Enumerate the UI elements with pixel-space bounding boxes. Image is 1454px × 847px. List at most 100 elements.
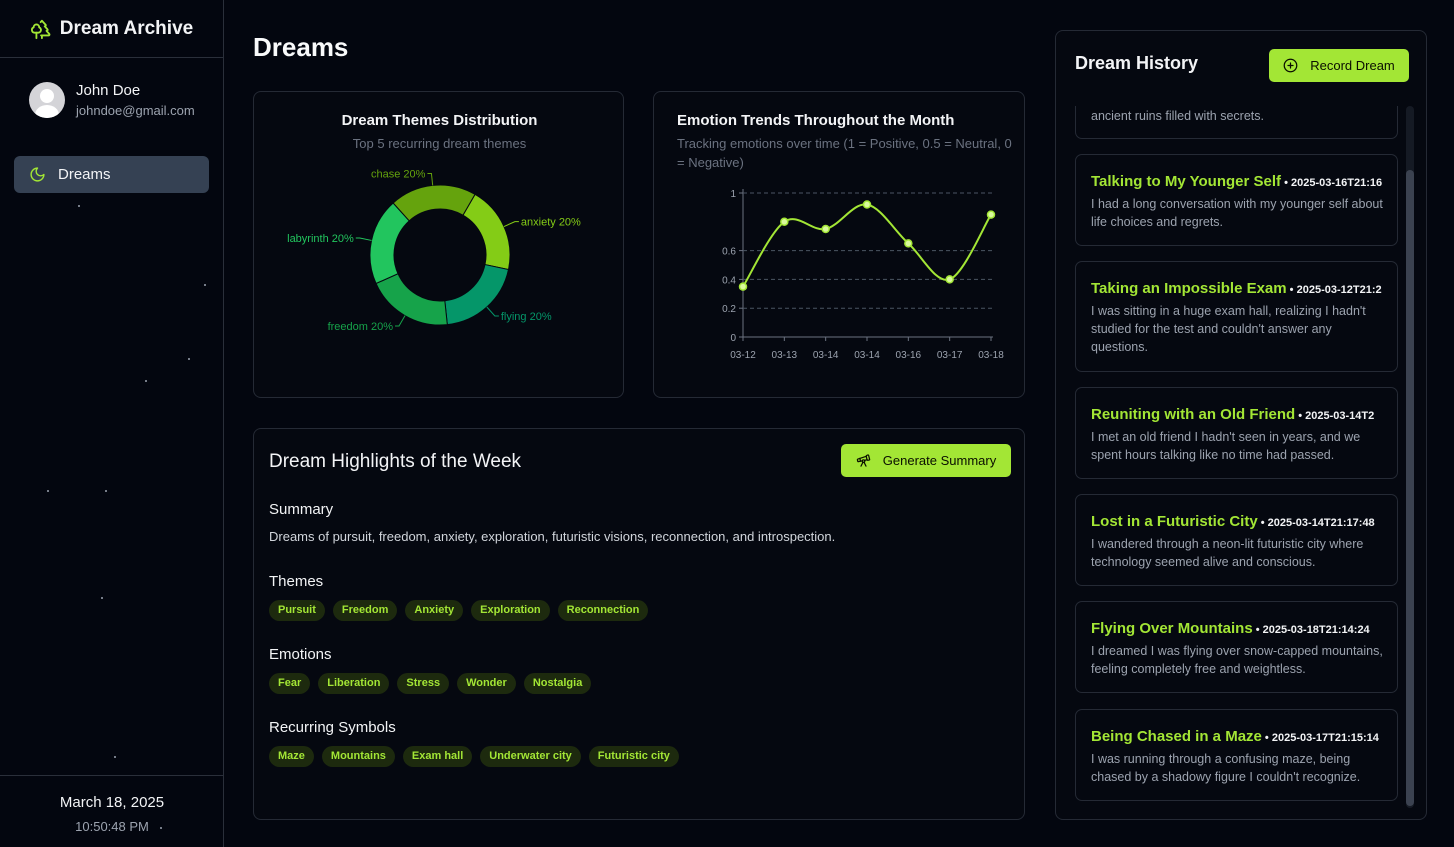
symbol-tag: Exam hall [402,746,473,767]
donut-slice-flying[interactable] [444,263,510,326]
emotion-tag: Nostalgia [523,673,592,694]
sidebar: Dream Archive John Doe johndoe@gmail.com… [0,0,224,847]
highlights-card: Dream Highlights of the Week Generate Su… [253,428,1025,820]
entry-title: Flying Over Mountains [1091,620,1253,637]
dream-entry[interactable]: Being Chased in a Maze • 2025-03-17T21:1… [1075,709,1398,801]
theme-tag: Reconnection [557,600,649,621]
record-dream-button[interactable]: Record Dream [1269,49,1409,82]
emotion-tag: Wonder [457,673,516,694]
history-scrollbar[interactable] [1406,106,1414,808]
generate-summary-button[interactable]: Generate Summary [841,444,1011,477]
donut-label: chase 20% [371,168,426,180]
emotion-tag: Stress [397,673,450,694]
symbols-heading: Recurring Symbols [269,719,396,736]
emotion-point[interactable] [904,239,913,248]
symbol-tag: Futuristic city [588,746,679,767]
telescope-icon [856,454,871,467]
moon-icon [30,167,45,182]
emotion-point[interactable] [821,224,830,234]
emotion-point[interactable] [738,282,748,291]
x-tick-label: 03-13 [772,350,798,361]
history-title: Dream History [1075,53,1199,73]
themes-heading: Themes [269,573,324,590]
x-tick-label: 03-12 [730,350,756,361]
donut-label: anxiety 20% [521,217,581,229]
y-tick-label: 0.6 [722,247,736,258]
entry-description: I met an old friend I hadn't seen in yea… [1091,430,1361,462]
entry-date: 2025-03-16T21:16 [1291,177,1383,189]
symbol-tag: Mountains [321,746,395,767]
x-tick-label: 03-14 [854,350,880,361]
brand[interactable]: Dream Archive [0,0,223,58]
record-dream-label: Record Dream [1310,58,1395,73]
emotion-point[interactable] [862,200,872,209]
y-tick-label: 0.2 [722,304,736,315]
tree-icon [30,19,51,39]
entry-title: Lost in a Futuristic City [1091,513,1258,530]
x-tick-label: 03-14 [813,350,839,361]
emotion-point[interactable] [986,210,996,219]
donut-label: freedom 20% [328,321,394,333]
theme-tag: Freedom [332,600,398,621]
entry-description: I had a long conversation with my younge… [1091,197,1383,229]
entry-title: Talking to My Younger Self [1091,173,1282,190]
y-tick-label: 1 [730,189,736,200]
donut-label-line [503,221,519,227]
summary-text: Dreams of pursuit, freedom, anxiety, exp… [269,529,836,544]
entry-description: I dreamed I was flying over snow-capped … [1091,644,1383,676]
emotion-point[interactable] [780,217,789,227]
page-title: Dreams [253,32,349,62]
entry-date: 2025-03-14T2 [1305,410,1375,422]
current-date: March 18, 2025 [59,794,165,811]
donut-label: labyrinth 20% [287,233,354,245]
dream-entry[interactable]: ancient ruins filled with secrets. [1075,106,1398,139]
generate-summary-label: Generate Summary [882,453,997,468]
summary-heading: Summary [269,501,334,518]
current-time: 10:50:48 PM [75,819,149,834]
donut-label: flying 20% [501,311,552,323]
dream-entry[interactable]: Lost in a Futuristic City • 2025-03-14T2… [1075,494,1398,586]
x-tick-label: 03-17 [937,350,963,361]
sidebar-item-label: Dreams [58,166,111,183]
symbol-tag: Underwater city [480,746,581,767]
plus-circle-icon [1283,58,1298,73]
dream-entry[interactable]: Reuniting with an Old Friend • 2025-03-1… [1075,387,1398,479]
themes-chart-card: Dream Themes Distribution Top 5 recurrin… [253,91,624,398]
entry-description: I wandered through a neon-lit futuristic… [1091,537,1364,569]
emotion-tag: Liberation [318,673,390,694]
sidebar-item-dreams[interactable]: Dreams [14,156,209,193]
entry-description: I was sitting in a huge exam hall, reali… [1091,304,1366,354]
sidebar-footer: March 18, 2025 10:50:48 PM [0,775,223,847]
user-profile[interactable]: John Doe johndoe@gmail.com [0,58,223,118]
emotion-tag: Fear [269,673,311,694]
entry-date: 2025-03-17T21:15:14 [1271,732,1379,744]
donut-slice-freedom[interactable] [375,273,448,326]
x-tick-label: 03-18 [978,350,1004,361]
donut-label-line [427,172,434,186]
theme-tag: Anxiety [405,600,464,621]
highlights-title: Dream Highlights of the Week [269,451,522,472]
dream-history-panel: Dream History Record Dream ancient ruins… [1055,30,1427,820]
scrollbar-thumb[interactable] [1406,170,1414,806]
donut-label-line [395,315,406,327]
dream-entry[interactable]: Talking to My Younger Self • 2025-03-16T… [1075,154,1398,246]
dream-entry[interactable]: Flying Over Mountains • 2025-03-18T21:14… [1075,601,1398,693]
emotion-line [742,203,992,288]
dream-entry[interactable]: Taking an Impossible Exam • 2025-03-12T2… [1075,261,1398,372]
entry-description: ancient ruins filled with secrets. [1091,109,1264,123]
y-tick-label: 0.4 [722,275,736,286]
emotions-tags: Fear Liberation Stress Wonder Nostalgia [269,673,592,694]
entry-date: 2025-03-18T21:14:24 [1262,624,1370,636]
history-list[interactable]: ancient ruins filled with secrets. Talki… [1056,106,1406,808]
y-tick-label: 0 [730,333,736,344]
user-email: johndoe@gmail.com [76,103,195,118]
emotion-point[interactable] [945,275,954,284]
donut-slice-anxiety[interactable] [462,193,511,271]
entry-title: Reuniting with an Old Friend [1091,406,1296,423]
user-name: John Doe [76,82,141,99]
donut-label-line [355,237,372,241]
entry-date: 2025-03-14T21:17:48 [1267,517,1375,529]
donut-slice-chase[interactable] [392,184,476,222]
entry-date: 2025-03-12T21:2 [1296,284,1382,296]
donut-slice-labyrinth[interactable] [369,202,410,285]
